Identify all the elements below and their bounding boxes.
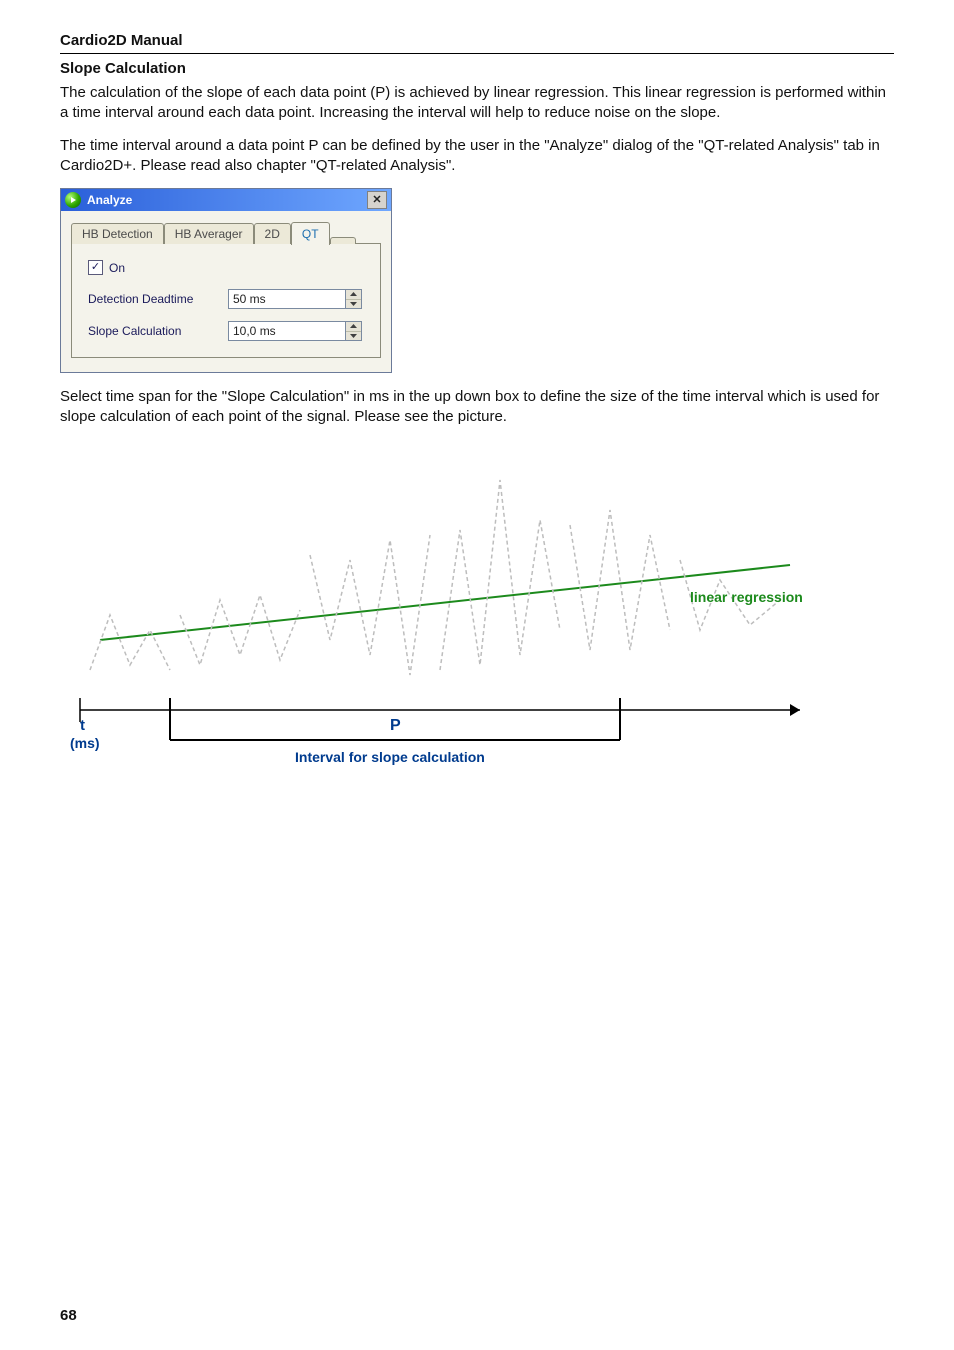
paragraph-2: The time interval around a data point P … (60, 136, 894, 177)
tab-qt[interactable]: QT (291, 222, 330, 245)
detection-deadtime-row: Detection Deadtime 50 ms (88, 289, 364, 309)
tab-empty (330, 237, 356, 244)
page-number: 68 (60, 1307, 77, 1324)
tabbar: HB Detection HB Averager 2D QT (71, 221, 381, 244)
detection-deadtime-spinner[interactable]: 50 ms (228, 289, 362, 309)
detection-deadtime-value[interactable]: 50 ms (228, 289, 346, 309)
dialog-body: HB Detection HB Averager 2D QT ✓ On Dete… (61, 211, 391, 372)
slope-calculation-row: Slope Calculation 10,0 ms (88, 321, 364, 341)
tab-hb-averager[interactable]: HB Averager (164, 223, 254, 244)
diagram-p-label: P (390, 717, 401, 734)
spinner-down-icon[interactable] (346, 300, 361, 309)
slope-calculation-label: Slope Calculation (88, 324, 228, 338)
slope-calculation-value[interactable]: 10,0 ms (228, 321, 346, 341)
slope-diagram: t (ms) P linear regression Interval for … (60, 440, 820, 775)
detection-deadtime-label: Detection Deadtime (88, 292, 228, 306)
spinner-up-icon[interactable] (346, 290, 361, 300)
diagram-caption: Interval for slope calculation (295, 749, 485, 765)
tab-panel-qt: ✓ On Detection Deadtime 50 ms (71, 243, 381, 358)
header-separator (60, 53, 894, 54)
close-icon[interactable]: ✕ (367, 191, 387, 209)
diagram-unit-label: (ms) (70, 735, 100, 751)
paragraph-1: The calculation of the slope of each dat… (60, 83, 894, 124)
diagram-t-label: t (80, 717, 85, 734)
slope-calculation-spinner[interactable]: 10,0 ms (228, 321, 362, 341)
paragraph-3: Select time span for the "Slope Calculat… (60, 387, 894, 428)
on-checkbox-row: ✓ On (88, 260, 364, 275)
on-checkbox[interactable]: ✓ (88, 260, 103, 275)
tab-hb-detection[interactable]: HB Detection (71, 223, 164, 244)
dialog-app-icon (65, 192, 81, 208)
section-title: Slope Calculation (60, 60, 894, 77)
spinner-up-icon[interactable] (346, 322, 361, 332)
dialog-titlebar[interactable]: Analyze ✕ (61, 189, 391, 211)
on-checkbox-label: On (109, 261, 125, 275)
dialog-title: Analyze (87, 193, 361, 207)
analyze-dialog: Analyze ✕ HB Detection HB Averager 2D QT… (60, 188, 392, 373)
page-header: Cardio2D Manual (60, 32, 894, 51)
spinner-down-icon[interactable] (346, 332, 361, 341)
tab-2d[interactable]: 2D (254, 223, 291, 244)
diagram-linreg-label: linear regression (690, 589, 803, 605)
